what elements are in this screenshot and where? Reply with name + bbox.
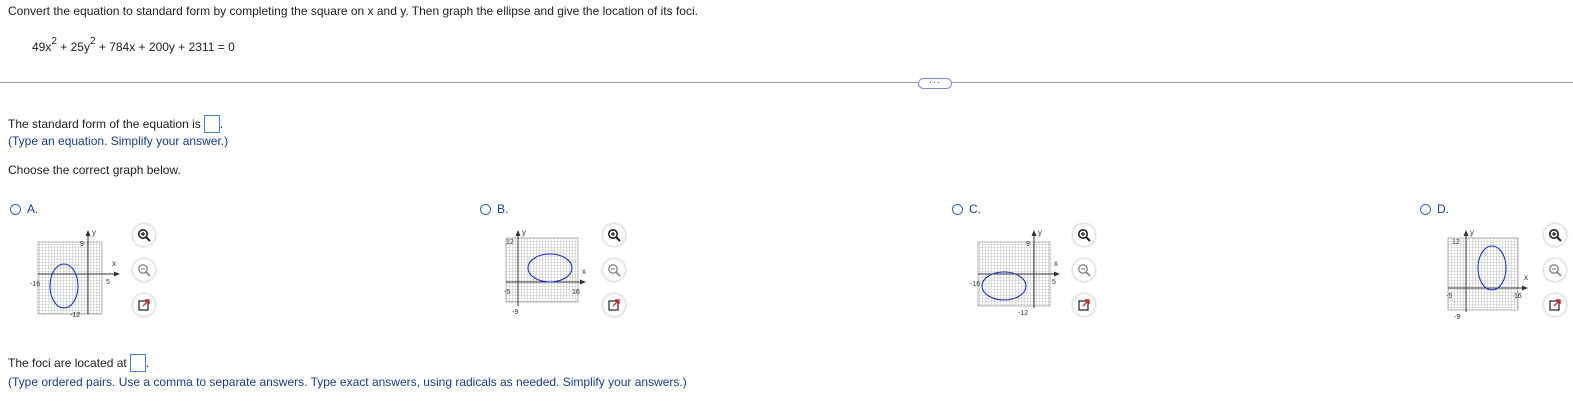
radio-button[interactable] <box>952 203 963 215</box>
tick-label: -16 <box>970 281 980 288</box>
standard-form-prompt: The standard form of the equation is <box>8 117 201 131</box>
zoom-in-button[interactable] <box>1544 224 1566 246</box>
equation-rest: + 784x + 200y + 2311 = 0 <box>95 40 235 54</box>
period: . <box>145 356 150 370</box>
axis-label-x: x <box>1054 259 1058 268</box>
zoom-in-icon <box>1078 229 1091 242</box>
option-label: A. <box>27 202 39 216</box>
zoom-in-icon <box>138 229 151 242</box>
graph-a: y x 9 -16 5 -12 <box>30 228 120 319</box>
option-d[interactable]: D. <box>1420 202 1449 216</box>
popout-button[interactable] <box>1544 294 1566 316</box>
exponent: 2 <box>51 36 57 47</box>
option-label: C. <box>969 202 981 216</box>
tick-label: -5 <box>1446 293 1452 300</box>
axis-label-y: y <box>92 228 96 237</box>
axis-label-x: x <box>1524 273 1528 282</box>
zoom-in-button[interactable] <box>133 224 155 246</box>
option-b[interactable]: B. <box>480 202 508 216</box>
popout-button[interactable] <box>603 294 625 316</box>
zoom-out-icon <box>1549 264 1562 277</box>
zoom-out-icon <box>1078 264 1091 277</box>
option-a[interactable]: A. <box>10 202 38 216</box>
choose-graph-label: Choose the correct graph below. <box>8 163 181 177</box>
zoom-in-button[interactable] <box>1073 224 1095 246</box>
axis-label-y: y <box>522 228 526 237</box>
zoom-out-icon <box>138 264 151 277</box>
popout-icon <box>608 299 620 311</box>
tick-label: 12 <box>506 239 514 246</box>
popout-button[interactable] <box>1073 294 1095 316</box>
tick-label: 9 <box>1026 241 1030 248</box>
popout-icon <box>1549 299 1561 311</box>
tick-label: 5 <box>1052 279 1056 286</box>
popout-icon <box>1078 299 1090 311</box>
radio-button[interactable] <box>10 203 21 215</box>
tick-label: 12 <box>1452 239 1460 246</box>
standard-form-answer-input[interactable] <box>203 115 220 133</box>
expand-button[interactable]: ··· <box>918 78 952 89</box>
axis-label-x: x <box>112 259 116 268</box>
exponent: 2 <box>89 36 96 47</box>
graph-c: y x 9 -16 5 -12 <box>970 228 1060 317</box>
radio-button[interactable] <box>480 203 491 215</box>
zoom-in-icon <box>608 229 621 242</box>
tick-label: 9 <box>80 241 84 248</box>
tick-label: -9 <box>1454 314 1460 321</box>
zoom-out-button[interactable] <box>1544 259 1566 281</box>
zoom-out-button[interactable] <box>133 259 155 281</box>
tick-label: 16 <box>572 289 580 296</box>
divider <box>0 82 1573 83</box>
popout-icon <box>138 299 150 311</box>
option-label: D. <box>1437 202 1449 216</box>
zoom-out-button[interactable] <box>1073 259 1095 281</box>
tick-label: -12 <box>1018 310 1028 317</box>
standard-form-line: The standard form of the equation is . <box>8 115 223 133</box>
question-instruction: Convert the equation to standard form by… <box>8 4 698 18</box>
foci-hint: (Type ordered pairs. Use a comma to sepa… <box>8 375 687 389</box>
equation-term-x: 49x <box>32 40 52 54</box>
radio-button[interactable] <box>1420 203 1431 215</box>
axis-label-y: y <box>1470 228 1474 237</box>
popout-button[interactable] <box>133 294 155 316</box>
tick-label: -9 <box>512 309 518 316</box>
equation: 49x2 + 25y2 + 784x + 200y + 2311 = 0 <box>32 36 235 54</box>
axis-label-y: y <box>1038 228 1042 237</box>
foci-answer-input[interactable] <box>129 354 146 372</box>
zoom-out-button[interactable] <box>603 259 625 281</box>
tick-label: -16 <box>30 281 40 288</box>
graph-d: y x 12 -5 16 -9 <box>1446 228 1528 321</box>
standard-form-hint: (Type an equation. Simplify your answer.… <box>8 134 229 148</box>
axis-label-x: x <box>582 267 586 276</box>
tick-label: -5 <box>504 289 510 296</box>
tick-label: 5 <box>106 279 110 286</box>
graph-b: y x 12 -5 16 -9 <box>504 228 586 316</box>
zoom-in-icon <box>1549 229 1562 242</box>
foci-line: The foci are located at . <box>8 354 149 372</box>
equation-term-y: + 25y <box>56 40 90 54</box>
tick-label: 16 <box>1514 293 1522 300</box>
zoom-in-button[interactable] <box>603 224 625 246</box>
foci-prompt: The foci are located at <box>8 356 127 370</box>
period: . <box>219 117 224 131</box>
zoom-out-icon <box>608 264 621 277</box>
option-label: B. <box>497 202 509 216</box>
tick-label: -12 <box>70 312 80 319</box>
option-c[interactable]: C. <box>952 202 981 216</box>
